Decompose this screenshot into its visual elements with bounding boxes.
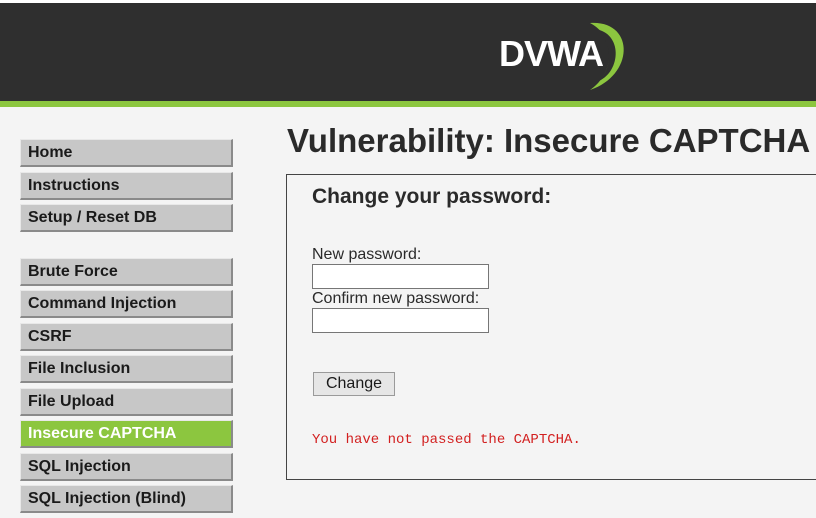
confirm-password-field[interactable] (312, 308, 489, 333)
logo-text: DVWA (499, 33, 604, 74)
new-password-field[interactable] (312, 264, 489, 289)
sidebar-menu: Home Instructions Setup / Reset DB Brute… (20, 139, 234, 518)
vulnerability-panel: Change your password: New password: Conf… (286, 174, 816, 480)
sidebar-item-setup-reset-db[interactable]: Setup / Reset DB (20, 204, 233, 232)
sidebar-item-brute-force[interactable]: Brute Force (20, 257, 233, 286)
new-password-label: New password: (312, 246, 422, 263)
sidebar-item-insecure-captcha[interactable]: Insecure CAPTCHA (20, 420, 233, 448)
sidebar-item-instructions[interactable]: Instructions (20, 171, 233, 200)
sidebar-item-csrf[interactable]: CSRF (20, 322, 233, 351)
page-title: Vulnerability: Insecure CAPTCHA (287, 122, 811, 159)
change-button[interactable]: Change (313, 372, 395, 396)
sidebar-item-file-inclusion[interactable]: File Inclusion (20, 355, 233, 383)
form-title: Change your password: (312, 185, 552, 208)
sidebar-item-command-injection[interactable]: Command Injection (20, 290, 233, 318)
sidebar-item-file-upload[interactable]: File Upload (20, 387, 233, 416)
sidebar-item-home[interactable]: Home (20, 139, 233, 167)
header-accent-bar (0, 101, 816, 107)
sidebar-item-sql-injection[interactable]: SQL Injection (20, 452, 233, 481)
confirm-password-label: Confirm new password: (312, 290, 480, 307)
captcha-error-message: You have not passed the CAPTCHA. (312, 432, 581, 448)
site-header: DVWA (0, 3, 816, 101)
dvwa-logo[interactable]: DVWA (495, 15, 635, 95)
sidebar-item-sql-injection-blind[interactable]: SQL Injection (Blind) (20, 485, 233, 513)
